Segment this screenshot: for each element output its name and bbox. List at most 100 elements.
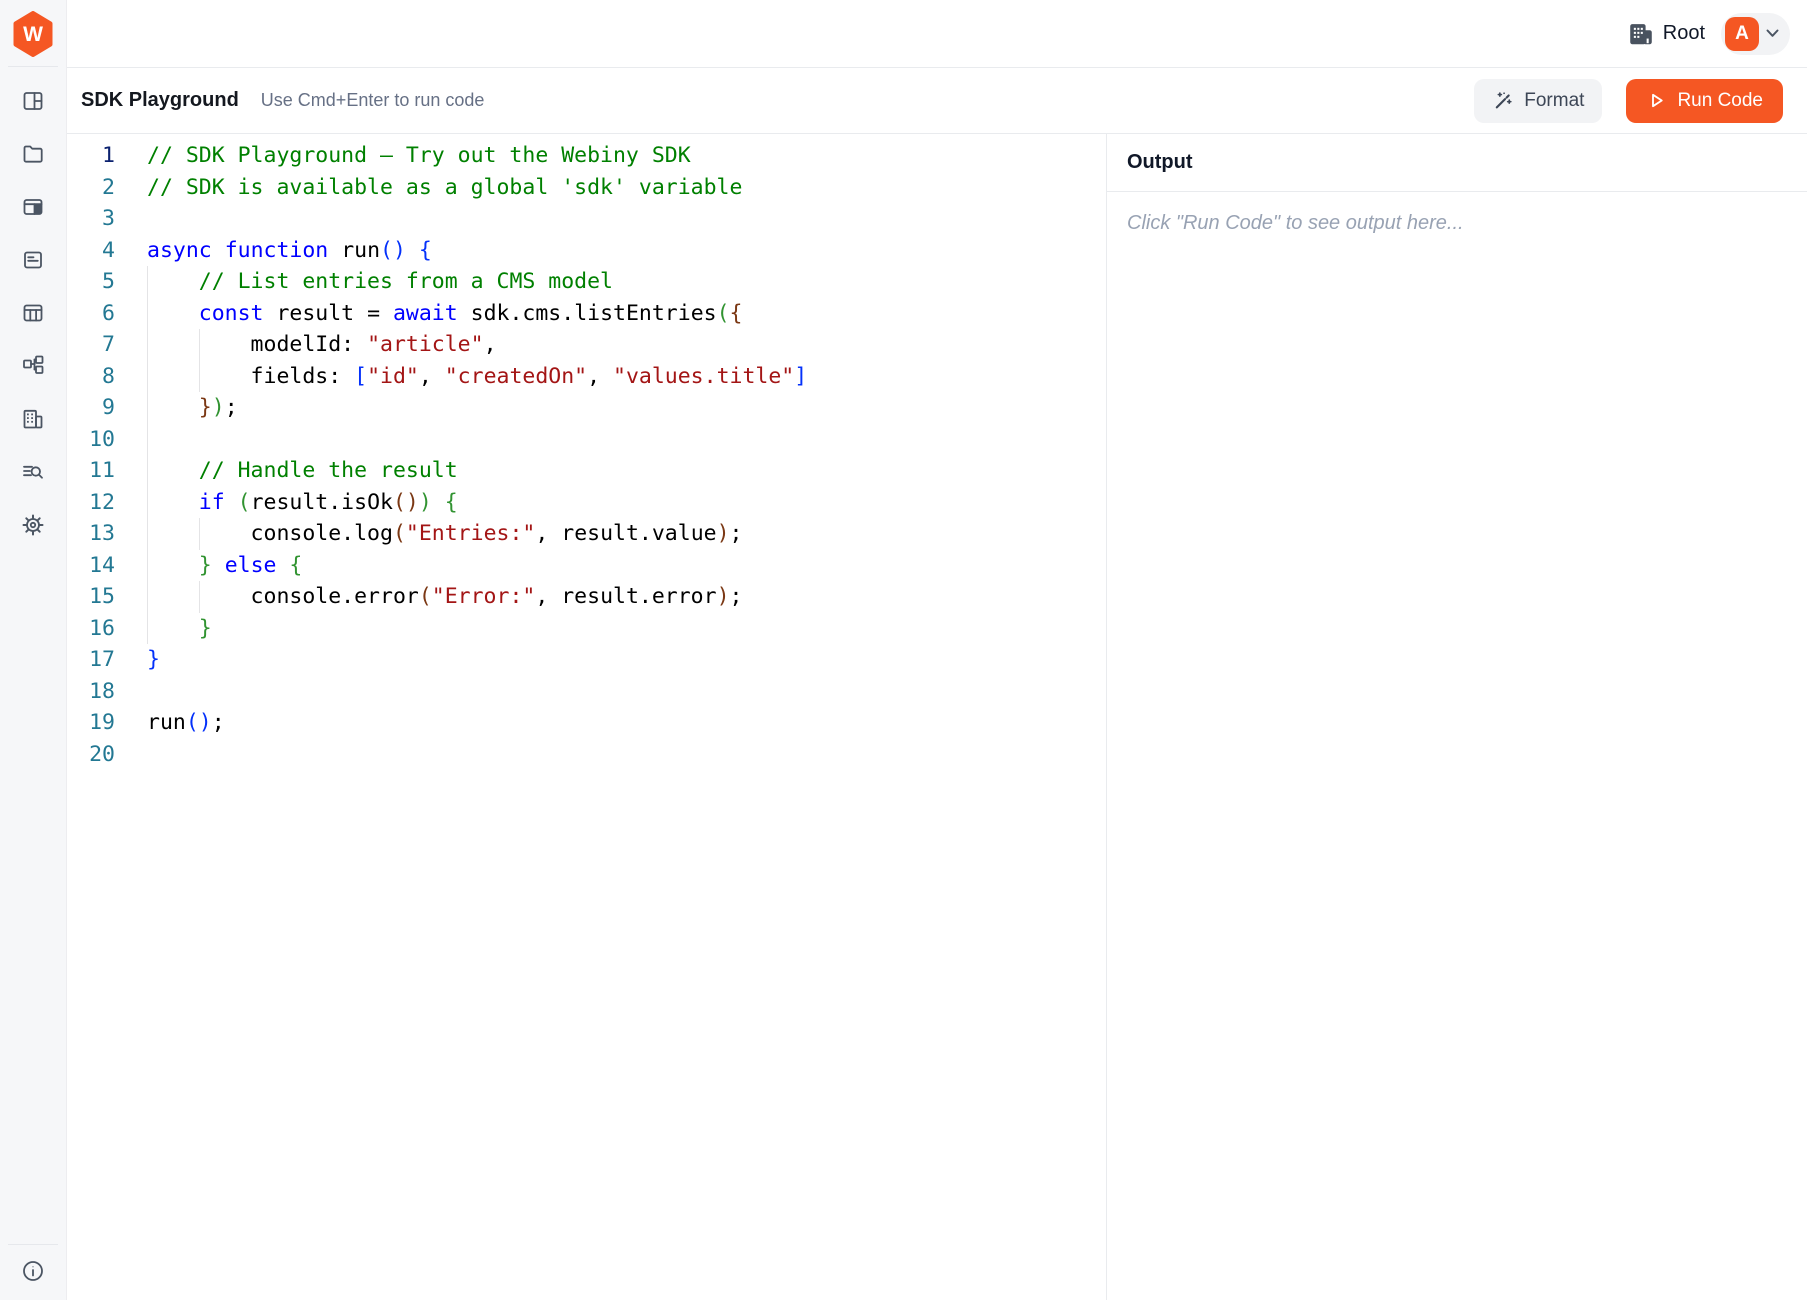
format-button-label: Format	[1524, 90, 1584, 112]
indent-guide	[199, 581, 200, 613]
indent-guide	[199, 361, 200, 393]
indent-guide	[147, 329, 148, 361]
code-line[interactable]: 19run();	[67, 707, 1106, 739]
account-menu[interactable]: A	[1721, 13, 1790, 55]
output-title: Output	[1127, 151, 1193, 174]
building-icon	[1628, 21, 1654, 47]
sidebar-item-file-manager[interactable]	[21, 142, 45, 166]
run-code-button-label: Run Code	[1677, 90, 1763, 112]
code-line-content: fields: ["id", "createdOn", "values.titl…	[147, 361, 807, 393]
code-line-content: const result = await sdk.cms.listEntries…	[147, 298, 743, 330]
code-editor[interactable]: 1 // SDK Playground — Try out the Webiny …	[67, 134, 1106, 1300]
code-line[interactable]: 4async function run() {	[67, 235, 1106, 267]
page-header: SDK Playground Use Cmd+Enter to run code…	[67, 68, 1807, 134]
sidebar-item-workflows[interactable]	[21, 354, 45, 378]
line-number: 2	[67, 172, 115, 204]
line-number: 3	[67, 203, 115, 235]
code-line-content: // SDK Playground — Try out the Webiny S…	[147, 140, 691, 172]
line-number: 20	[67, 739, 115, 771]
sidebar-item-tenant-manager[interactable]	[21, 407, 45, 431]
output-panel-header: Output	[1107, 134, 1807, 192]
browser-panel-icon	[21, 195, 45, 219]
code-line[interactable]: 11 // Handle the result	[67, 455, 1106, 487]
search-list-icon	[21, 460, 45, 484]
code-line-content: modelId: "article",	[147, 329, 497, 361]
output-placeholder: Click "Run Code" to see output here...	[1107, 192, 1807, 255]
code-line-content: run();	[147, 707, 225, 739]
indent-guide	[147, 361, 148, 393]
page-title: SDK Playground	[81, 89, 239, 112]
sidebar-item-settings[interactable]	[21, 513, 45, 537]
sidebar: W	[0, 0, 67, 1300]
avatar-initial: A	[1735, 23, 1749, 45]
sidebar-item-dashboard[interactable]	[21, 89, 45, 113]
code-line[interactable]: 8 fields: ["id", "createdOn", "values.ti…	[67, 361, 1106, 393]
code-line[interactable]: 15 console.error("Error:", result.error)…	[67, 581, 1106, 613]
code-line-content: }	[147, 613, 212, 645]
sidebar-footer-divider	[8, 1244, 58, 1245]
code-line[interactable]: 10	[67, 424, 1106, 456]
sidebar-item-form-builder[interactable]	[21, 248, 45, 272]
code-line[interactable]: 2// SDK is available as a global 'sdk' v…	[67, 172, 1106, 204]
code-line-content: if (result.isOk()) {	[147, 487, 458, 519]
code-line-content: } else {	[147, 550, 302, 582]
sidebar-item-audit-logs[interactable]	[21, 460, 45, 484]
app-window: W	[0, 0, 1807, 1300]
code-line[interactable]: 18	[67, 676, 1106, 708]
line-number: 4	[67, 235, 115, 267]
indent-guide	[147, 455, 148, 487]
code-line[interactable]: 13 console.log("Entries:", result.value)…	[67, 518, 1106, 550]
line-number: 18	[67, 676, 115, 708]
code-line[interactable]: 6 const result = await sdk.cms.listEntri…	[67, 298, 1106, 330]
code-line[interactable]: 5 // List entries from a CMS model	[67, 266, 1106, 298]
chevron-down-icon	[1766, 29, 1779, 38]
line-number: 14	[67, 550, 115, 582]
indent-guide	[147, 266, 148, 298]
sidebar-item-headless-cms[interactable]	[21, 301, 45, 325]
code-line-content: // Handle the result	[147, 455, 458, 487]
indent-guide	[199, 518, 200, 550]
layout-panels-icon	[21, 89, 45, 113]
line-number: 9	[67, 392, 115, 424]
line-number: 1	[67, 140, 115, 172]
indent-guide	[147, 581, 148, 613]
line-number: 8	[67, 361, 115, 393]
info-icon	[21, 1259, 45, 1283]
avatar: A	[1725, 17, 1759, 51]
indent-guide	[147, 424, 148, 456]
sidebar-item-page-builder[interactable]	[21, 195, 45, 219]
code-line[interactable]: 20	[67, 739, 1106, 771]
run-code-button[interactable]: Run Code	[1626, 79, 1783, 123]
line-number: 13	[67, 518, 115, 550]
building-icon	[21, 407, 45, 431]
indent-guide	[147, 613, 148, 645]
output-panel: Output Click "Run Code" to see output he…	[1106, 134, 1807, 1300]
indent-guide	[147, 298, 148, 330]
code-line[interactable]: 7 modelId: "article",	[67, 329, 1106, 361]
code-line[interactable]: 12 if (result.isOk()) {	[67, 487, 1106, 519]
webiny-logo[interactable]: W	[12, 11, 54, 57]
code-line[interactable]: 16 }	[67, 613, 1106, 645]
code-line[interactable]: 9 });	[67, 392, 1106, 424]
sidebar-divider	[8, 66, 58, 67]
page-hint: Use Cmd+Enter to run code	[261, 90, 485, 111]
code-line[interactable]: 1 // SDK Playground — Try out the Webiny …	[67, 140, 1106, 172]
code-line-content: console.log("Entries:", result.value);	[147, 518, 742, 550]
indent-guide	[147, 392, 148, 424]
tenant-label: Root	[1663, 22, 1705, 45]
format-button[interactable]: Format	[1474, 79, 1602, 123]
sidebar-nav	[21, 89, 45, 537]
code-line-content: }	[147, 644, 160, 676]
form-icon	[21, 248, 45, 272]
line-number: 6	[67, 298, 115, 330]
main-split: 1 // SDK Playground — Try out the Webiny …	[67, 134, 1807, 1300]
code-line-content: console.error("Error:", result.error);	[147, 581, 742, 613]
sidebar-item-info[interactable]	[21, 1259, 45, 1283]
logo-letter: W	[23, 24, 43, 45]
code-line-content: });	[147, 392, 238, 424]
code-line[interactable]: 17}	[67, 644, 1106, 676]
tenant-switcher[interactable]: Root	[1628, 21, 1705, 47]
code-line[interactable]: 3	[67, 203, 1106, 235]
code-line[interactable]: 14 } else {	[67, 550, 1106, 582]
line-number: 17	[67, 644, 115, 676]
